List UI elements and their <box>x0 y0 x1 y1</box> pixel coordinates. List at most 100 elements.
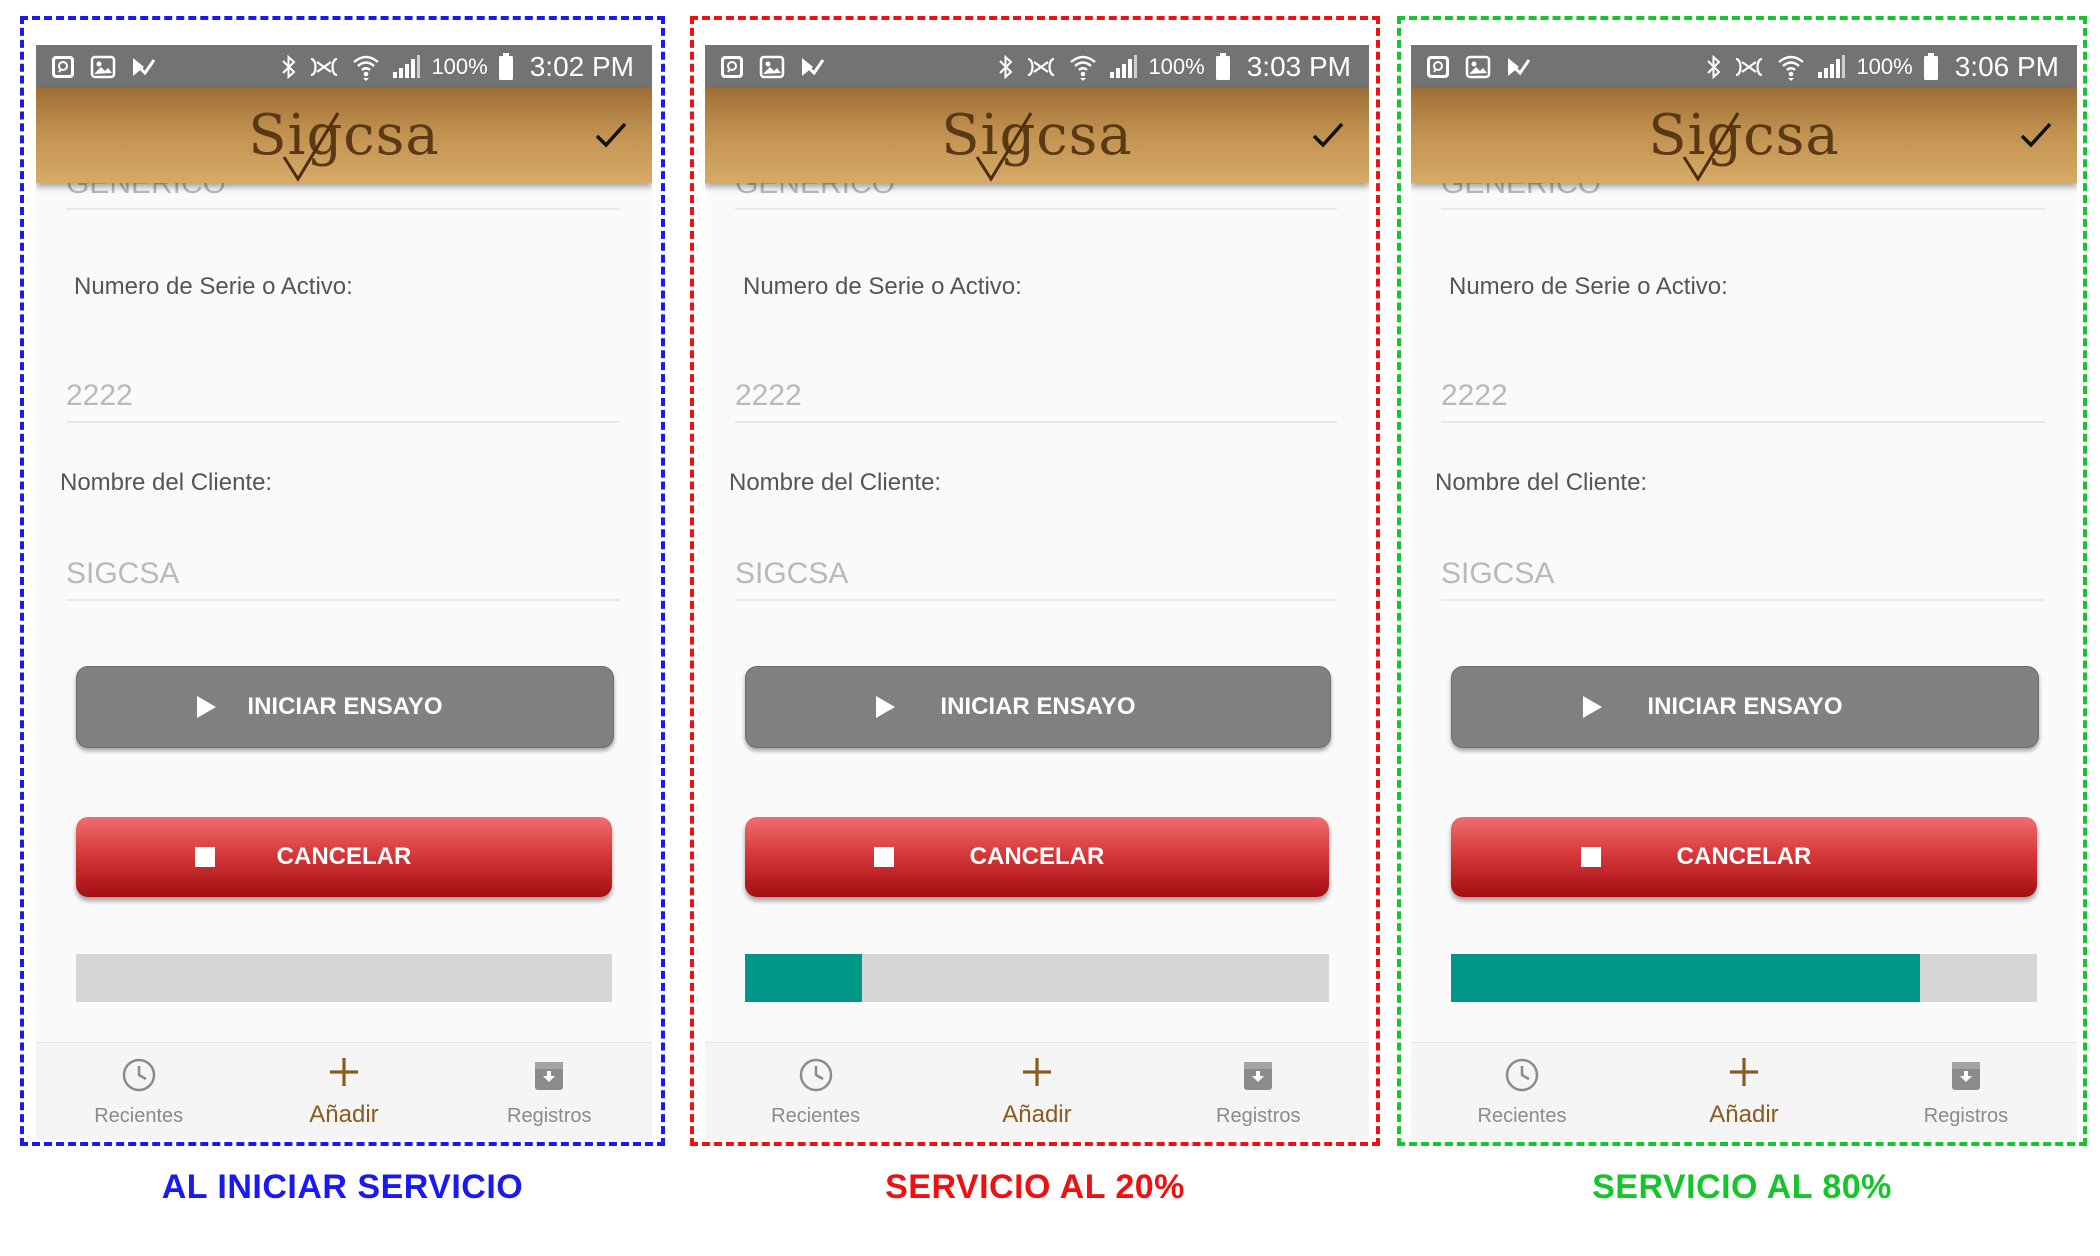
bluetooth-icon <box>281 54 297 80</box>
field-underline <box>735 421 1337 423</box>
progress-fill <box>745 954 862 1002</box>
nav-records[interactable]: Registros <box>1148 1043 1369 1140</box>
start-test-button[interactable]: INICIAR ENSAYO <box>76 666 614 748</box>
clock-time: 3:03 PM <box>1246 50 1351 82</box>
signal-icon <box>1108 54 1138 80</box>
wifi-icon <box>1068 53 1098 81</box>
nfc-mute-icon <box>307 54 341 80</box>
gallery-icon <box>90 54 116 80</box>
cancel-label: CANCELAR <box>1676 843 1812 870</box>
field-underline <box>1441 421 2045 423</box>
battery-percent: 100% <box>431 53 488 79</box>
stop-icon <box>194 846 216 875</box>
bottom-navigation: Recientes Añadir Registros <box>1411 1042 2077 1140</box>
client-label: Nombre del Cliente: <box>1435 469 1648 496</box>
serial-number-field[interactable]: 2222 <box>735 379 802 413</box>
start-test-label: INICIAR ENSAYO <box>247 693 443 720</box>
nav-add-label: Añadir <box>1002 1101 1072 1128</box>
phone-screen: 100% 3:06 PM Sigcsa GENERICO Numero de Serie… <box>1411 45 2077 1140</box>
progress-bar <box>76 954 612 1002</box>
app-bar: Sigcsa <box>36 88 652 183</box>
client-name-field[interactable]: SIGCSA <box>1441 557 1554 591</box>
screen-frame: 100% 3:03 PM Sigcsa GENERICO Numero de Serie… <box>690 16 1380 1146</box>
bottom-navigation: Recientes Añadir Registros <box>36 1042 652 1140</box>
screen-frame: 100% 3:06 PM Sigcsa GENERICO Numero de Serie… <box>1397 16 2087 1146</box>
client-name-field[interactable]: SIGCSA <box>66 557 179 591</box>
nav-records[interactable]: Registros <box>1855 1043 2077 1140</box>
photo-viewer-icon <box>1425 54 1451 80</box>
field-underline <box>735 208 1337 210</box>
comparison-figure: 100% 3:02 PM Sigcsa GENERICO Numero de Serie… <box>0 0 2100 1256</box>
form-content: GENERICO Numero de Serie o Activo: 2222 Nom… <box>1411 167 2077 1043</box>
field-underline <box>66 421 620 423</box>
photo-viewer-icon <box>719 54 745 80</box>
form-content: GENERICO Numero de Serie o Activo: 2222 Nom… <box>705 167 1369 1043</box>
nav-add[interactable]: Añadir <box>1633 1043 1855 1140</box>
nav-recent-label: Recientes <box>771 1105 861 1127</box>
nav-recent-label: Recientes <box>94 1105 184 1127</box>
cancel-label: CANCELAR <box>276 843 412 870</box>
notification-icons <box>50 54 156 80</box>
nav-add[interactable]: Añadir <box>241 1043 446 1140</box>
signal-icon <box>1816 54 1846 80</box>
status-bar: 100% 3:06 PM <box>1411 45 2077 88</box>
client-label: Nombre del Cliente: <box>729 469 942 496</box>
nav-add[interactable]: Añadir <box>926 1043 1147 1140</box>
phone-screen: 100% 3:02 PM Sigcsa GENERICO Numero de Serie… <box>36 45 652 1140</box>
client-name-field[interactable]: SIGCSA <box>735 557 848 591</box>
clock-time: 3:06 PM <box>1954 50 2059 82</box>
clock-time: 3:02 PM <box>529 50 634 82</box>
field-underline <box>66 599 620 601</box>
cancel-button[interactable]: CANCELAR <box>76 817 612 897</box>
cancel-label: CANCELAR <box>969 843 1105 870</box>
app-bar: Sigcsa <box>1411 88 2077 183</box>
start-test-label: INICIAR ENSAYO <box>940 693 1136 720</box>
app-bar: Sigcsa <box>705 88 1369 183</box>
nav-recent[interactable]: Recientes <box>1411 1043 1633 1140</box>
serial-number-field[interactable]: 2222 <box>66 379 133 413</box>
nav-records[interactable]: Registros <box>447 1043 652 1140</box>
serial-number-field[interactable]: 2222 <box>1441 379 1508 413</box>
nav-add-label: Añadir <box>309 1101 379 1128</box>
screen-caption: AL INICIAR SERVICIO <box>161 1168 524 1206</box>
stop-icon <box>873 846 895 875</box>
start-test-button[interactable]: INICIAR ENSAYO <box>1451 666 2039 748</box>
field-underline <box>66 208 620 210</box>
field-underline <box>1441 208 2045 210</box>
gallery-icon <box>759 54 785 80</box>
notification-icons <box>1425 54 1531 80</box>
field-underline <box>735 599 1337 601</box>
nav-recent[interactable]: Recientes <box>705 1043 926 1140</box>
nfc-mute-icon <box>1732 54 1766 80</box>
serial-label: Numero de Serie o Activo: <box>74 273 353 300</box>
app-logo: Sigcsa <box>1648 103 1840 182</box>
screen-caption: SERVICIO AL 80% <box>1592 1168 1892 1206</box>
photo-viewer-icon <box>50 54 76 80</box>
play-icon <box>874 695 896 726</box>
nav-records-label: Registros <box>507 1105 592 1127</box>
system-icons: 100% 3:06 PM <box>1706 51 2059 83</box>
nav-add-label: Añadir <box>1709 1101 1779 1128</box>
play-icon <box>1581 695 1603 726</box>
notification-icons <box>719 54 825 80</box>
progress-fill <box>1451 954 1920 1002</box>
cancel-button[interactable]: CANCELAR <box>745 817 1329 897</box>
bluetooth-icon <box>998 54 1014 80</box>
battery-icon <box>1215 52 1231 81</box>
nav-recent[interactable]: Recientes <box>36 1043 241 1140</box>
battery-percent: 100% <box>1148 53 1205 79</box>
serial-label: Numero de Serie o Activo: <box>743 273 1022 300</box>
wifi-icon <box>1776 53 1806 81</box>
bottom-navigation: Recientes Añadir Registros <box>705 1042 1369 1140</box>
task-icon <box>130 54 156 80</box>
nav-records-label: Registros <box>1216 1105 1301 1127</box>
stop-icon <box>1580 846 1602 875</box>
client-label: Nombre del Cliente: <box>60 469 273 496</box>
cancel-button[interactable]: CANCELAR <box>1451 817 2037 897</box>
task-icon <box>1505 54 1531 80</box>
screen-caption: SERVICIO AL 20% <box>885 1168 1185 1206</box>
wifi-icon <box>351 53 381 81</box>
screen-frame: 100% 3:02 PM Sigcsa GENERICO Numero de Serie… <box>20 16 665 1146</box>
start-test-button[interactable]: INICIAR ENSAYO <box>745 666 1331 748</box>
progress-bar <box>745 954 1329 1002</box>
